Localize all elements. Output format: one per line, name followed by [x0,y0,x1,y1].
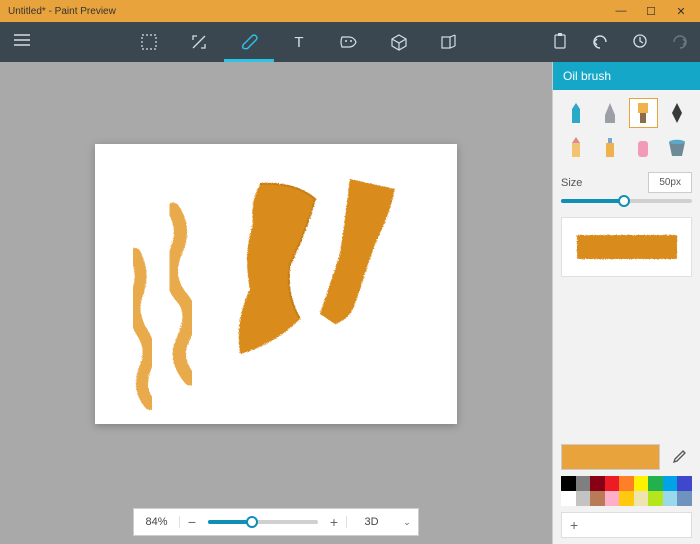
palette-swatch[interactable] [561,476,576,491]
redo-button[interactable] [660,34,700,51]
svg-text:T: T [294,34,303,51]
zoom-in-button[interactable]: + [322,514,346,530]
palette-swatch[interactable] [605,476,620,491]
zoom-value[interactable]: 84% [134,516,180,528]
size-value[interactable]: 50px [648,172,692,193]
plus-icon: + [570,517,578,533]
history-button[interactable] [620,33,660,52]
brush-marker[interactable] [561,98,591,128]
eyedropper-button[interactable] [666,444,692,470]
close-button[interactable]: ✕ [666,5,696,18]
palette-swatch[interactable] [576,491,591,506]
palette-swatch[interactable] [576,476,591,491]
palette-swatch[interactable] [663,491,678,506]
size-row: Size 50px [561,172,692,193]
color-row [561,444,692,470]
shapes-3d-tool[interactable] [374,22,424,62]
view-dropdown-icon[interactable]: ⌄ [396,517,418,528]
models-3d-tool[interactable] [424,22,474,62]
text-tool[interactable]: T [274,22,324,62]
sticker-tool[interactable] [324,22,374,62]
brush-tool[interactable] [224,22,274,62]
sidebar: Oil brush Size 50px [552,62,700,544]
brush-preview [561,217,692,277]
paste-button[interactable] [540,33,580,52]
sidebar-header: Oil brush [553,62,700,90]
canvas[interactable] [95,144,457,424]
palette-swatch[interactable] [663,476,678,491]
canvas-strokes [95,144,457,424]
zoom-bar: 84% − + 3D ⌄ [133,508,419,536]
size-slider[interactable] [561,199,692,203]
brush-calligraphy[interactable] [595,98,625,128]
sidebar-content: Size 50px + [553,90,700,544]
palette-swatch[interactable] [619,491,634,506]
view-3d-button[interactable]: 3D [346,516,396,528]
crop-tool[interactable] [174,22,224,62]
palette-swatch[interactable] [619,476,634,491]
minimize-button[interactable]: — [606,5,636,17]
window-title: Untitled* - Paint Preview [4,6,606,17]
brush-spray[interactable] [595,132,625,162]
canvas-area: 84% − + 3D ⌄ [0,62,552,544]
palette-swatch[interactable] [634,491,649,506]
brush-oil[interactable] [629,98,659,128]
add-color-button[interactable]: + [561,512,692,538]
maximize-button[interactable]: ☐ [636,5,666,18]
palette-swatch[interactable] [677,491,692,506]
title-bar: Untitled* - Paint Preview — ☐ ✕ [0,0,700,22]
size-label: Size [561,177,582,189]
zoom-out-button[interactable]: − [180,514,204,530]
brush-pen[interactable] [662,98,692,128]
brush-eraser[interactable] [629,132,659,162]
undo-button[interactable] [580,34,620,51]
palette-swatch[interactable] [590,476,605,491]
zoom-slider[interactable] [208,520,318,524]
current-color-swatch[interactable] [561,444,660,470]
brush-grid [561,98,692,162]
brush-pencil[interactable] [561,132,591,162]
brush-fill[interactable] [662,132,692,162]
main-area: 84% − + 3D ⌄ Oil brush Size 50px [0,62,700,544]
palette-swatch[interactable] [648,476,663,491]
palette-swatch[interactable] [605,491,620,506]
main-toolbar: T [0,22,700,62]
palette-swatch[interactable] [561,491,576,506]
palette-swatch[interactable] [677,476,692,491]
select-tool[interactable] [124,22,174,62]
palette-swatch[interactable] [590,491,605,506]
color-palette [561,476,692,506]
menu-button[interactable] [0,33,44,51]
palette-swatch[interactable] [648,491,663,506]
palette-swatch[interactable] [634,476,649,491]
